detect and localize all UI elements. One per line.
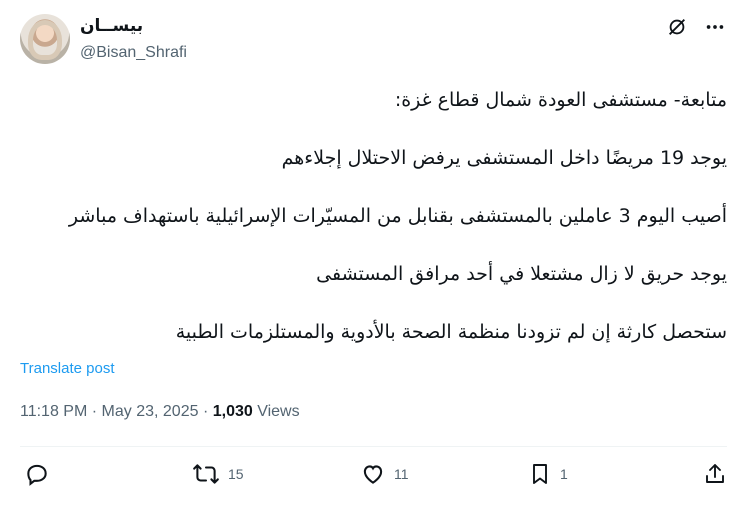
post-line: أصيب اليوم 3 عاملين بالمستشفى بقنابل من … — [68, 205, 727, 227]
display-name[interactable]: بيســان — [80, 16, 143, 36]
share-button[interactable] — [703, 461, 727, 487]
meta-separator: · — [91, 403, 98, 420]
views-count: 1,030 — [212, 403, 253, 420]
post-line: يوجد 19 مريضًا داخل المستشفى يرفض الاحتل… — [281, 147, 727, 169]
post-line: متابعة- مستشفى العودة شمال قطاع غزة: — [394, 89, 727, 111]
post-line: ستحصل كارثة إن لم تزودنا منظمة الصحة بال… — [175, 321, 727, 343]
more-icon[interactable] — [703, 15, 727, 39]
post-time[interactable]: 11:18 PM — [20, 403, 87, 420]
user-handle[interactable]: @Bisan_Shrafi — [80, 44, 187, 62]
translate-post-link[interactable]: Translate post — [20, 360, 115, 377]
heart-icon — [363, 465, 383, 484]
grok-icon[interactable] — [665, 15, 689, 39]
like-button[interactable]: 11 — [360, 461, 409, 487]
avatar[interactable] — [20, 14, 70, 64]
views-label: Views — [257, 403, 300, 420]
bookmark-icon — [533, 464, 547, 484]
meta-separator: · — [202, 403, 209, 420]
post-date[interactable]: May 23, 2025 — [102, 403, 199, 420]
repost-count: 15 — [228, 466, 244, 482]
divider — [20, 446, 727, 447]
bookmark-button[interactable]: 1 — [528, 461, 568, 487]
repost-button[interactable]: 15 — [192, 461, 244, 487]
reply-icon — [27, 464, 47, 486]
action-bar: 15 11 1 — [24, 461, 727, 491]
repost-icon — [193, 464, 219, 484]
post-line: يوجد حريق لا زال مشتعلا في أحد مرافق الم… — [316, 263, 727, 285]
post-meta: 11:18 PM · May 23, 2025 · 1,030 Views — [20, 403, 300, 421]
like-count: 11 — [394, 466, 409, 482]
bookmark-count: 1 — [560, 466, 568, 482]
post-text: متابعة- مستشفى العودة شمال قطاع غزة: يوج… — [20, 86, 727, 376]
share-icon — [706, 464, 724, 483]
top-icons — [665, 15, 727, 39]
reply-button[interactable] — [24, 461, 58, 487]
